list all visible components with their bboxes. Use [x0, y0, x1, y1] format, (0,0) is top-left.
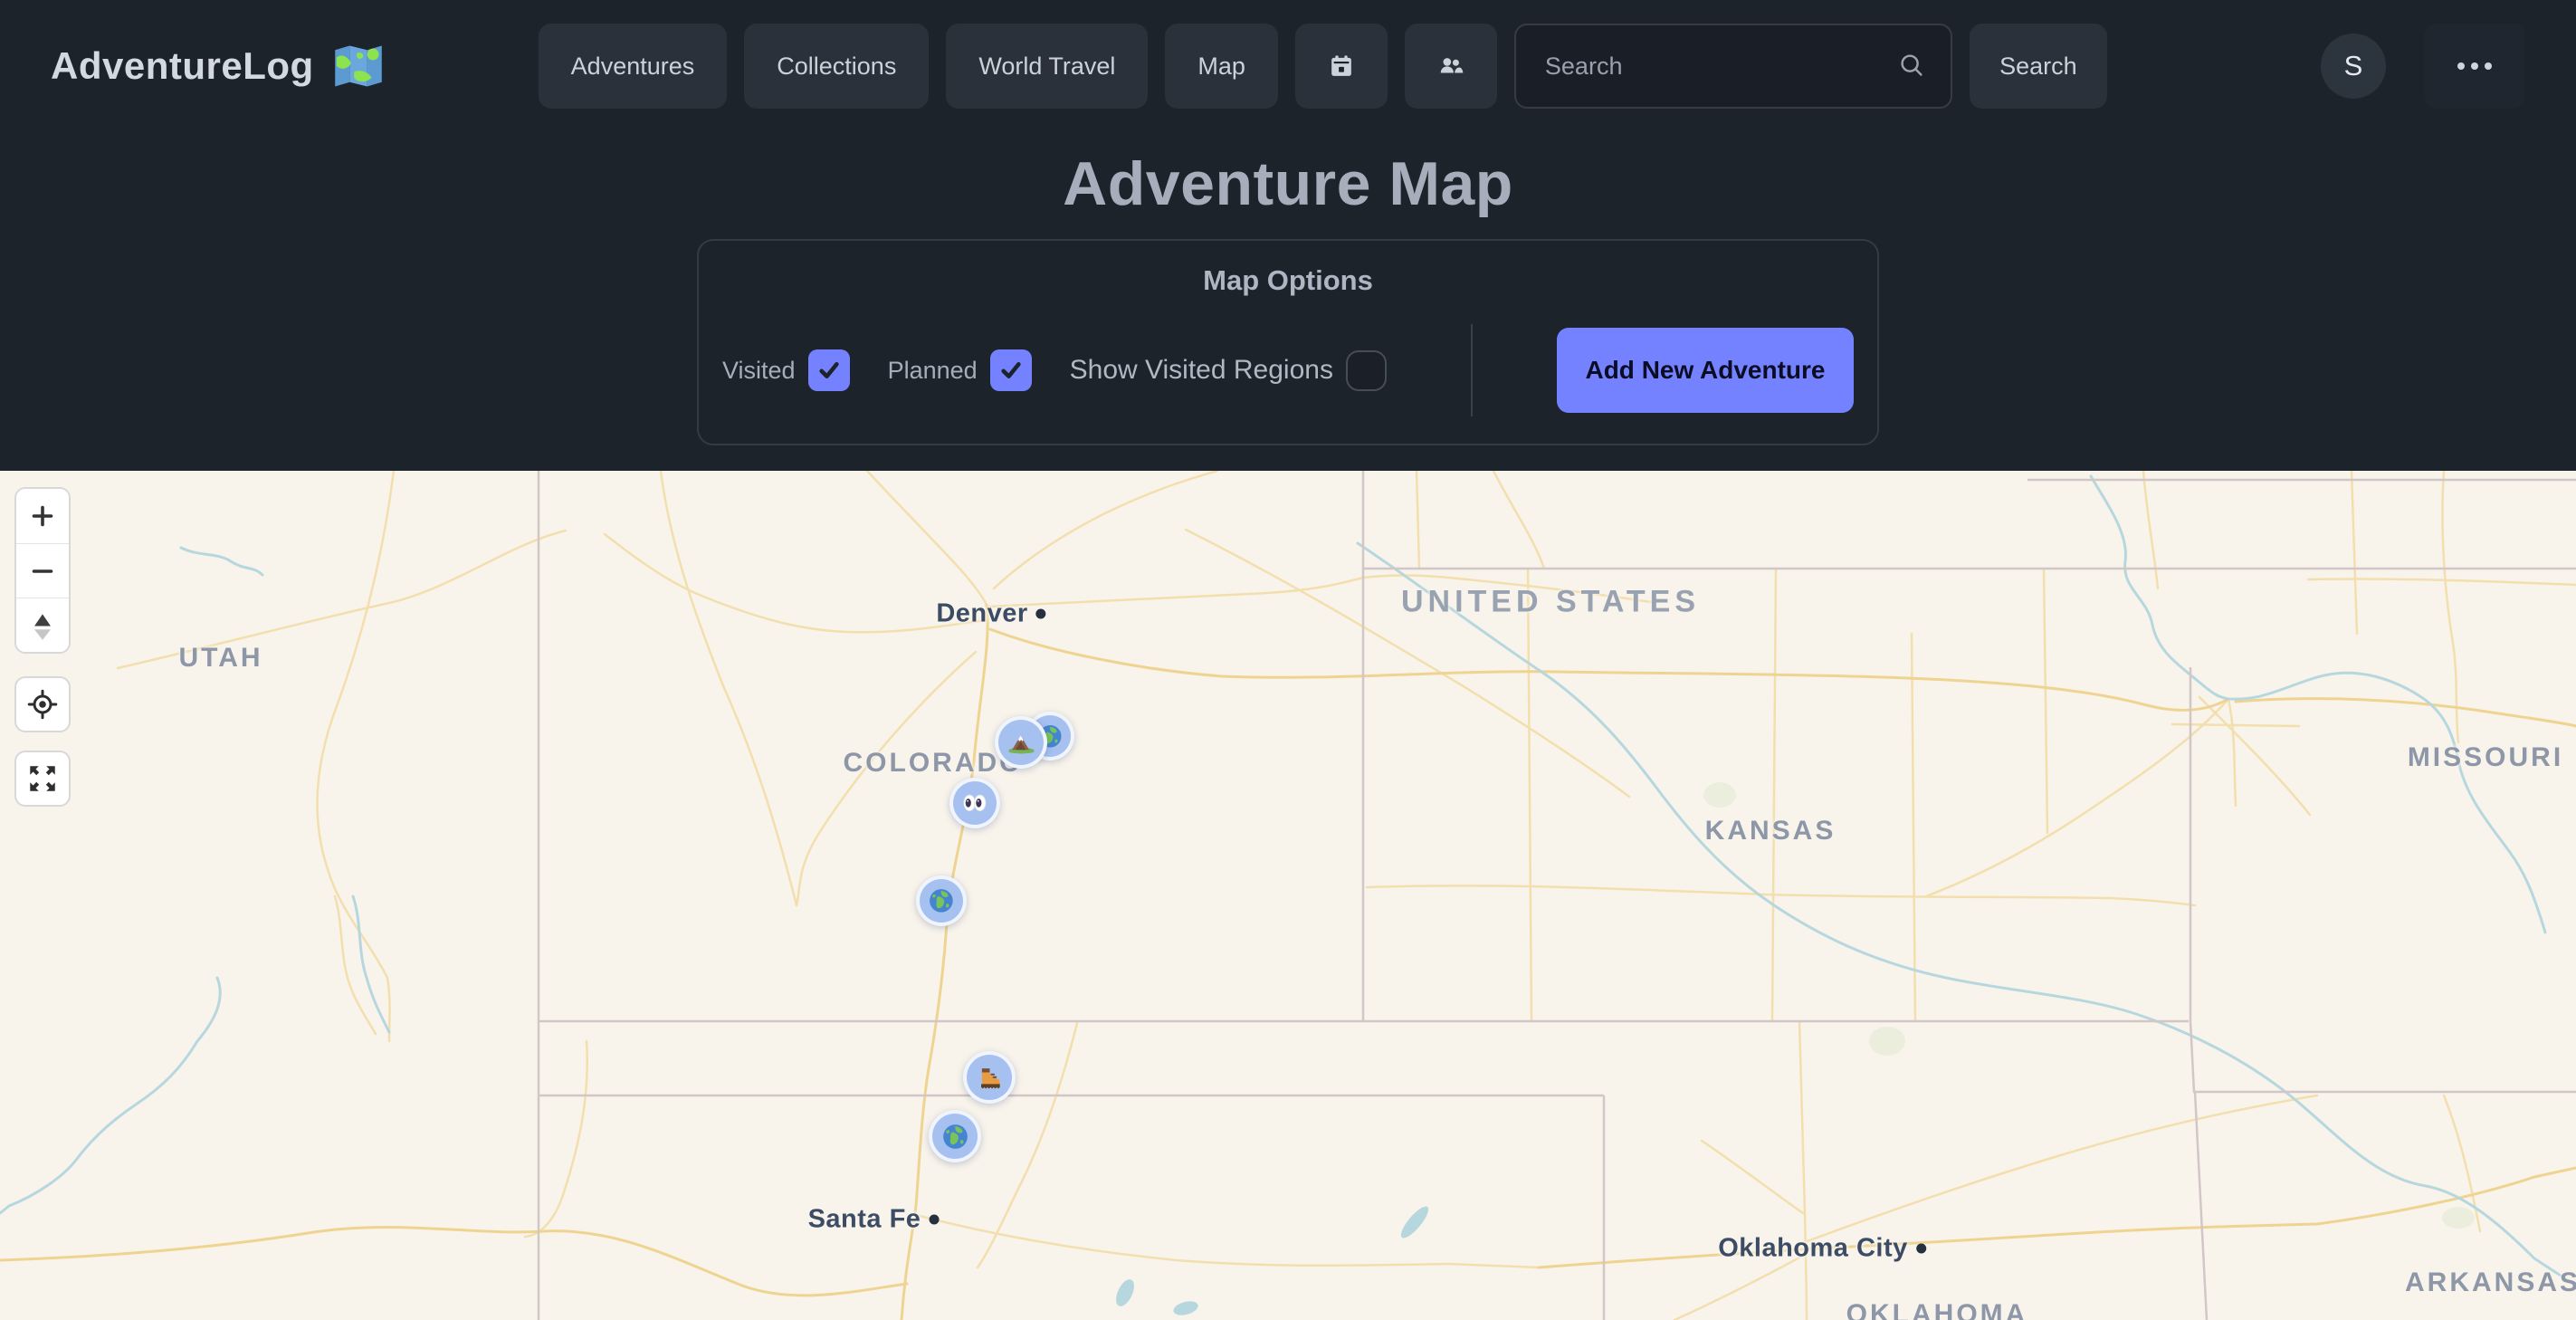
- app-header: AdventureLog AdventuresCollectionsWorld …: [0, 0, 2576, 132]
- header-right: S: [2321, 24, 2525, 109]
- calendar-icon: [1328, 47, 1355, 85]
- tilt-button[interactable]: [16, 598, 69, 652]
- earth-emoji-icon: [941, 1123, 969, 1151]
- visited-label: Visited: [722, 357, 796, 385]
- show-visited-regions-toggle[interactable]: Show Visited Regions: [1070, 350, 1387, 391]
- show-visited-regions-checkbox[interactable]: [1346, 350, 1387, 391]
- map-canvas[interactable]: UTAHCOLORADOUNITED STATESKANSASMISSOURIO…: [0, 471, 2576, 1320]
- fullscreen-button[interactable]: [14, 751, 71, 807]
- nav-link-collections[interactable]: Collections: [744, 24, 929, 109]
- ellipsis-icon: [2457, 62, 2492, 70]
- users-button[interactable]: [1405, 24, 1497, 109]
- adventure-marker-mountain[interactable]: [995, 716, 1047, 769]
- nav-link-adventures[interactable]: Adventures: [539, 24, 728, 109]
- page-title: Adventure Map: [0, 148, 2576, 219]
- city-name: Denver: [936, 599, 1027, 629]
- search-icon: [1896, 51, 1927, 81]
- map-label-united-states: UNITED STATES: [1401, 585, 1700, 620]
- zoom-in-button[interactable]: [16, 489, 69, 543]
- city-dot: [1036, 609, 1046, 619]
- geolocate-button[interactable]: [14, 676, 71, 732]
- map-label-oklahoma: OKLAHOMA: [1846, 1299, 2028, 1320]
- map-options-card: Map Options Visited Planned Show Visited R…: [697, 239, 1879, 445]
- tilt-arrows-icon: [25, 608, 60, 643]
- planned-toggle[interactable]: Planned: [888, 349, 1032, 391]
- map-label-oklahoma-city: Oklahoma City: [1718, 1234, 1926, 1264]
- city-name: Santa Fe: [808, 1205, 921, 1235]
- toggle-group: Visited Planned Show Visited Regions: [722, 349, 1387, 391]
- nav-icon-group: [1295, 24, 1497, 109]
- map-controls: [14, 487, 71, 654]
- planned-checkbox[interactable]: [990, 349, 1032, 391]
- geolocate-icon: [25, 687, 60, 722]
- visited-toggle[interactable]: Visited: [722, 349, 850, 391]
- adventure-marker-earth[interactable]: [929, 1110, 981, 1162]
- brand-name: AdventureLog: [51, 44, 314, 88]
- city-name: Oklahoma City: [1718, 1234, 1908, 1264]
- brand[interactable]: AdventureLog: [51, 40, 385, 92]
- adventure-marker-boot[interactable]: [963, 1051, 1016, 1104]
- options-divider: [1471, 324, 1473, 416]
- adventure-marker-earth[interactable]: [916, 875, 967, 926]
- more-button[interactable]: [2424, 24, 2525, 109]
- world-map-emoji-icon: [332, 40, 385, 92]
- mountain-emoji-icon: [1007, 729, 1035, 757]
- show-visited-regions-label: Show Visited Regions: [1070, 355, 1333, 386]
- search-wrap: [1514, 24, 1952, 109]
- calendar-button[interactable]: [1295, 24, 1388, 109]
- city-dot: [929, 1215, 939, 1225]
- map-label-denver: Denver: [936, 599, 1045, 629]
- boot-emoji-icon: [976, 1064, 1004, 1092]
- search-button[interactable]: Search: [1970, 24, 2107, 109]
- avatar[interactable]: S: [2321, 33, 2386, 99]
- map-options-row: Visited Planned Show Visited Regions Add N…: [720, 324, 1856, 416]
- earth-emoji-icon: [928, 887, 955, 914]
- search-input[interactable]: [1514, 24, 1952, 109]
- users-icon: [1437, 47, 1465, 85]
- zoom-control-group: [14, 487, 71, 654]
- map-label-santa-fe: Santa Fe: [808, 1205, 940, 1235]
- map-label-missouri: MISSOURI: [2408, 742, 2563, 773]
- map-label-kansas: KANSAS: [1705, 816, 1837, 847]
- map-label-utah: UTAH: [178, 643, 262, 674]
- planned-label: Planned: [888, 357, 978, 385]
- adventure-marker-eyes[interactable]: [949, 778, 1000, 828]
- fullscreen-icon: [25, 761, 60, 796]
- plus-icon: [25, 499, 60, 533]
- map-options-title: Map Options: [720, 264, 1856, 297]
- minus-icon: [25, 554, 60, 588]
- visited-checkbox[interactable]: [808, 349, 850, 391]
- zoom-out-button[interactable]: [16, 543, 69, 598]
- map-base-layer: [0, 471, 2576, 1320]
- main-nav: AdventuresCollectionsWorld TravelMap: [539, 24, 1278, 109]
- nav-link-map[interactable]: Map: [1165, 24, 1278, 109]
- add-new-adventure-button[interactable]: Add New Adventure: [1557, 328, 1854, 413]
- map-label-arkansas: ARKANSAS: [2405, 1267, 2576, 1298]
- nav-link-world-travel[interactable]: World Travel: [946, 24, 1148, 109]
- eyes-emoji-icon: [961, 789, 988, 817]
- city-dot: [1916, 1244, 1926, 1254]
